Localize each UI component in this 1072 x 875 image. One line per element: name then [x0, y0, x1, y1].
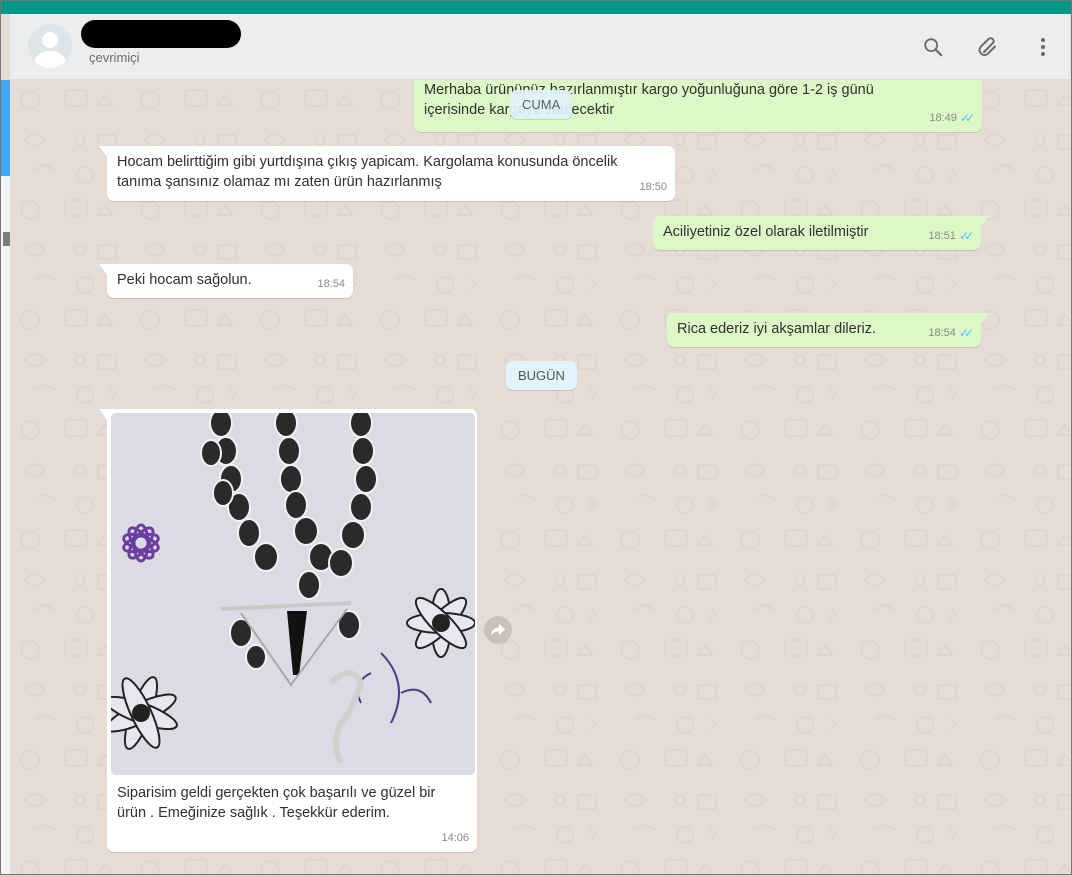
attach-icon[interactable]	[975, 34, 1001, 60]
bubble-tail	[980, 216, 989, 228]
message-meta: 18:54	[317, 274, 345, 294]
read-receipt-icon: ✓✓	[958, 326, 974, 340]
top-accent-bar	[1, 1, 1071, 14]
day-separator: BUGÜN	[506, 361, 577, 390]
avatar-body-shape	[34, 51, 66, 68]
message-text-line: Hocam belirttiğim gibi yurtdışına çıkış …	[117, 154, 618, 170]
panel-marker	[3, 232, 10, 246]
message-incoming[interactable]: Peki hocam sağolun. 18:54	[99, 264, 353, 298]
message-meta: 18:49 ✓✓	[929, 108, 975, 128]
message-incoming-image[interactable]: Siparisim geldi gerçekten çok başarılı v…	[99, 409, 477, 852]
message-meta: 18:50	[639, 177, 667, 197]
read-receipt-icon: ✓✓	[958, 229, 974, 243]
message-time: 18:54	[928, 327, 956, 339]
chat-header[interactable]: çevrimiçi	[10, 14, 1070, 80]
bubble-tail	[980, 313, 989, 325]
message-text-line: Merhaba ürününüz hazırlanmıştır kargo yo…	[424, 82, 874, 98]
chat-area[interactable]: Merhaba ürününüz hazırlanmıştır kargo yo…	[10, 80, 1070, 874]
message-text: Rica ederiz iyi akşamlar dileriz.	[677, 321, 877, 337]
avatar[interactable]	[28, 24, 72, 68]
message-text: Peki hocam sağolun.	[117, 272, 252, 288]
search-icon[interactable]	[920, 34, 946, 60]
bubble-tail	[99, 264, 108, 276]
message-meta: 18:51 ✓✓	[928, 226, 974, 246]
message-meta: 18:54 ✓✓	[928, 323, 974, 343]
message-text: Aciliyetiniz özel olarak iletilmiştir	[663, 224, 869, 240]
message-time: 18:51	[928, 230, 956, 242]
message-text-line: tanıma şansınız olamaz mı zaten ürün haz…	[117, 174, 442, 190]
message-time: 14:06	[441, 832, 469, 844]
message-outgoing[interactable]: Rica ederiz iyi akşamlar dileriz. 18:54 …	[667, 313, 989, 347]
image-caption: Siparisim geldi gerçekten çok başarılı v…	[117, 783, 435, 823]
contact-name-redacted[interactable]	[81, 20, 241, 48]
message-meta: 14:06	[441, 828, 469, 848]
message-text-line: içerisinde kargoya verilecektir	[424, 102, 615, 118]
contact-status: çevrimiçi	[89, 50, 140, 65]
menu-icon[interactable]	[1030, 34, 1056, 60]
whatsapp-window: çevrimiçi Merhaba ürününüz hazırlanmıştı…	[0, 0, 1072, 875]
message-incoming[interactable]: Hocam belirttiğim gibi yurtdışına çıkış …	[99, 146, 675, 201]
avatar-head-shape	[42, 32, 58, 48]
day-separator: CUMA	[510, 90, 573, 119]
forward-icon[interactable]	[484, 616, 512, 644]
message-outgoing[interactable]: Merhaba ürününüz hazırlanmıştır kargo yo…	[414, 80, 982, 132]
caption-line: ürün . Emeğinize sağlık . Teşekkür ederi…	[117, 805, 390, 821]
message-time: 18:49	[929, 112, 957, 124]
bubble-tail	[99, 409, 108, 421]
read-receipt-icon: ✓✓	[959, 111, 975, 125]
caption-line: Siparisim geldi gerçekten çok başarılı v…	[117, 785, 436, 801]
message-photo[interactable]	[111, 413, 475, 775]
left-panel-edge	[1, 80, 10, 874]
scroll-highlight	[1, 80, 10, 176]
message-time: 18:54	[317, 278, 345, 290]
message-outgoing[interactable]: Aciliyetiniz özel olarak iletilmiştir 18…	[653, 216, 989, 250]
photo-prayer-beads	[111, 413, 475, 775]
bubble-tail	[99, 146, 108, 158]
message-time: 18:50	[639, 181, 667, 193]
